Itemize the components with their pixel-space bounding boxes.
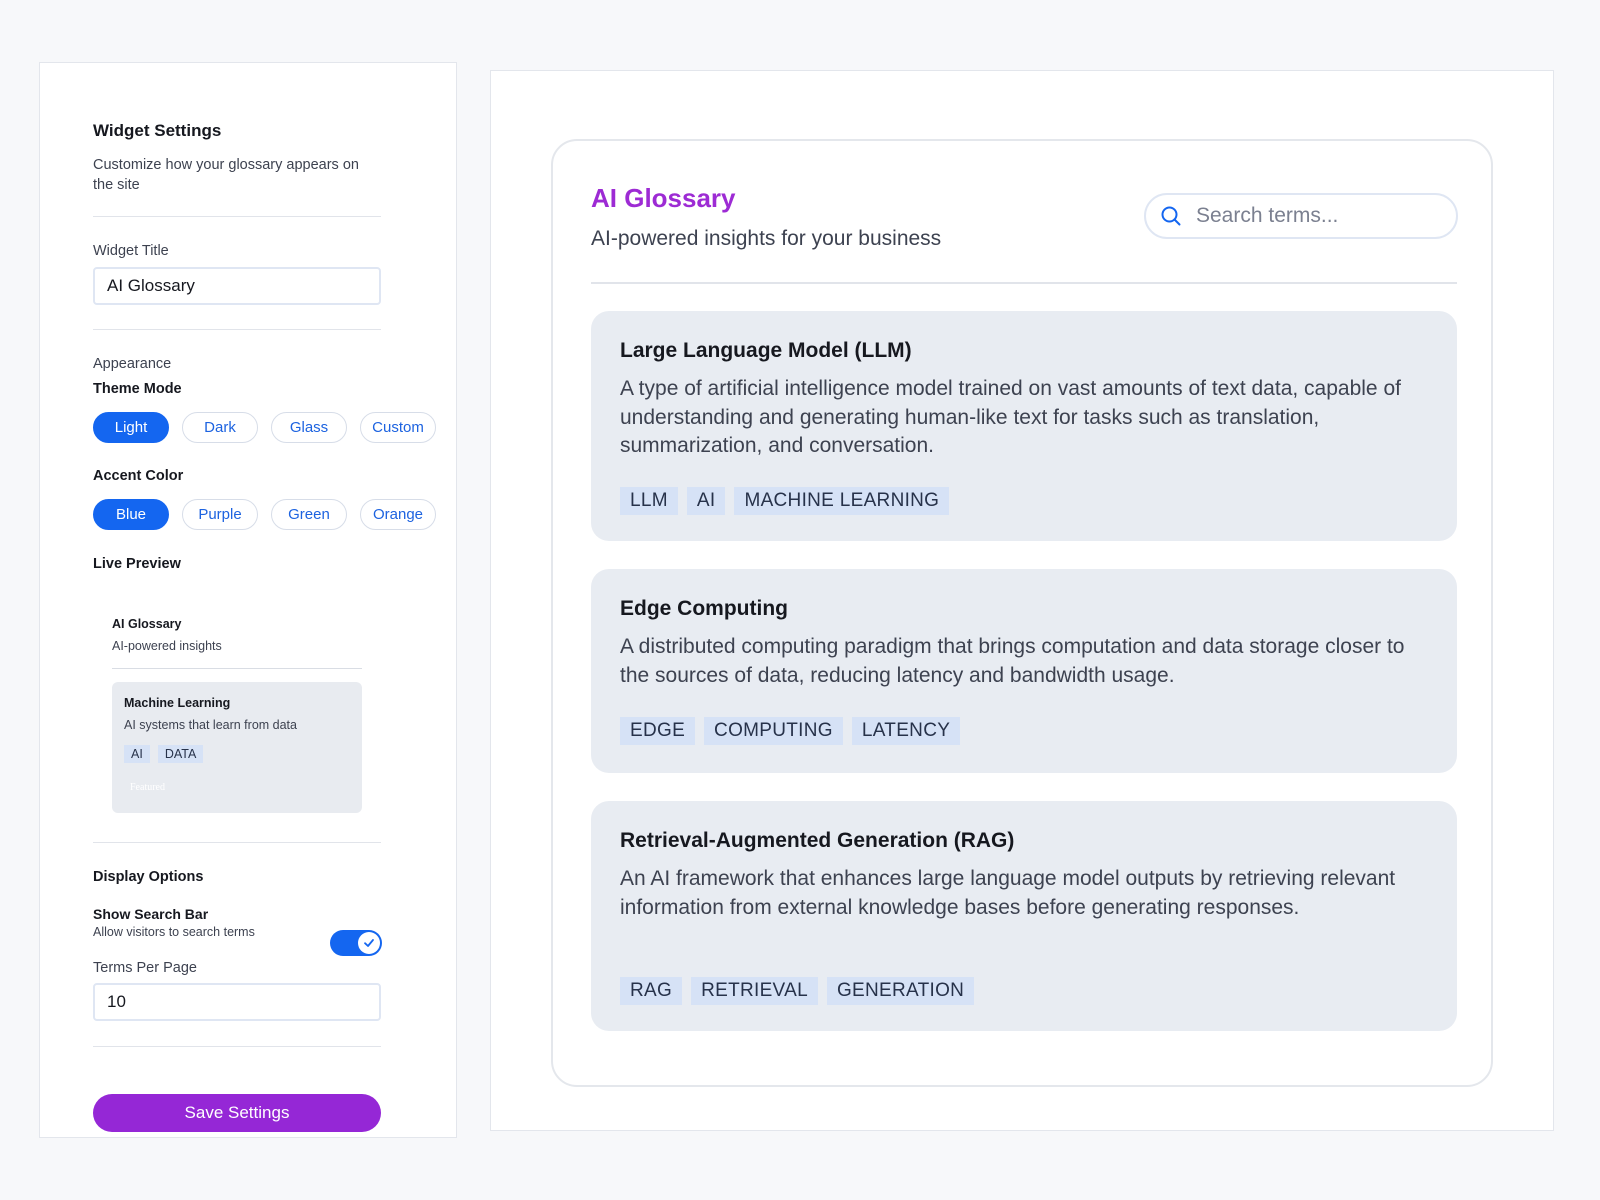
glossary-divider bbox=[591, 282, 1457, 284]
preview-term-title: Machine Learning bbox=[124, 696, 231, 710]
show-search-hint: Allow visitors to search terms bbox=[93, 925, 255, 939]
term-description: An AI framework that enhances large lang… bbox=[620, 867, 1396, 919]
divider bbox=[93, 842, 381, 843]
preview-tag: DATA bbox=[157, 745, 204, 763]
term-description: A type of artificial intelligence model … bbox=[620, 377, 1401, 457]
preview-term-description: AI systems that learn from data bbox=[124, 718, 297, 732]
preview-term-card: Machine Learning AI systems that learn f… bbox=[112, 682, 362, 813]
display-options-label: Display Options bbox=[93, 869, 204, 885]
settings-panel: Widget Settings Customize how your gloss… bbox=[39, 62, 457, 1138]
preview-frame: AI Glossary AI-powered insights for your… bbox=[490, 70, 1554, 1131]
term-title: Large Language Model (LLM) bbox=[620, 339, 912, 362]
tag[interactable]: AI bbox=[686, 487, 726, 515]
settings-description: Customize how your glossary appears on t… bbox=[93, 157, 359, 193]
widget-title-input[interactable] bbox=[93, 267, 381, 305]
glossary-subtitle: AI-powered insights for your business bbox=[591, 227, 942, 250]
settings-title: Widget Settings bbox=[93, 121, 222, 140]
term-card-llm[interactable]: Large Language Model (LLM) A type of art… bbox=[591, 311, 1457, 541]
accent-green-button[interactable]: Green bbox=[271, 499, 347, 530]
term-tags: LLM AI MACHINE LEARNING bbox=[620, 487, 950, 515]
tag[interactable]: EDGE bbox=[620, 717, 696, 745]
tag[interactable]: RETRIEVAL bbox=[691, 977, 818, 1005]
accent-orange-button[interactable]: Orange bbox=[360, 499, 436, 530]
search-icon bbox=[1160, 205, 1182, 227]
accent-purple-button[interactable]: Purple bbox=[182, 499, 258, 530]
accent-blue-button[interactable]: Blue bbox=[93, 499, 169, 530]
term-description: A distributed computing paradigm that br… bbox=[620, 635, 1405, 687]
theme-mode-label: Theme Mode bbox=[93, 381, 182, 397]
preview-widget-subtitle: AI-powered insights bbox=[112, 639, 222, 653]
tag[interactable]: MACHINE LEARNING bbox=[734, 487, 950, 515]
preview-featured-label: Featured bbox=[130, 782, 165, 793]
live-preview-label: Live Preview bbox=[93, 556, 181, 572]
appearance-label: Appearance bbox=[93, 356, 172, 372]
terms-per-page-label: Terms Per Page bbox=[93, 960, 197, 976]
glossary-title: AI Glossary bbox=[591, 183, 736, 213]
tag[interactable]: LATENCY bbox=[851, 717, 961, 745]
divider bbox=[93, 329, 381, 330]
show-search-toggle[interactable] bbox=[330, 930, 382, 956]
preview-widget-title: AI Glossary bbox=[112, 617, 182, 631]
terms-per-page-input[interactable] bbox=[93, 983, 381, 1021]
theme-mode-light-button[interactable]: Light bbox=[93, 412, 169, 443]
toggle-knob bbox=[358, 932, 380, 954]
theme-mode-glass-button[interactable]: Glass bbox=[271, 412, 347, 443]
term-title: Retrieval-Augmented Generation (RAG) bbox=[620, 829, 1015, 852]
check-icon bbox=[364, 939, 374, 947]
divider bbox=[93, 1046, 381, 1047]
tag[interactable]: COMPUTING bbox=[704, 717, 843, 745]
widget-title-label: Widget Title bbox=[93, 243, 169, 259]
search-input[interactable] bbox=[1194, 203, 1438, 229]
accent-color-options: Blue Purple Green Orange bbox=[93, 499, 436, 530]
show-search-label: Show Search Bar bbox=[93, 906, 209, 922]
preview-tag: AI bbox=[124, 745, 150, 763]
preview-divider bbox=[112, 668, 362, 669]
tag[interactable]: GENERATION bbox=[826, 977, 975, 1005]
theme-mode-options: Light Dark Glass Custom bbox=[93, 412, 436, 443]
term-card-rag[interactable]: Retrieval-Augmented Generation (RAG) An … bbox=[591, 801, 1457, 1031]
theme-mode-dark-button[interactable]: Dark bbox=[182, 412, 258, 443]
divider bbox=[93, 216, 381, 217]
save-settings-button[interactable]: Save Settings bbox=[93, 1094, 381, 1132]
accent-color-label: Accent Color bbox=[93, 468, 184, 484]
glossary-widget: AI Glossary AI-powered insights for your… bbox=[551, 139, 1493, 1087]
tag[interactable]: LLM bbox=[620, 487, 678, 515]
term-tags: EDGE COMPUTING LATENCY bbox=[620, 717, 961, 745]
term-title: Edge Computing bbox=[620, 597, 788, 620]
theme-mode-custom-button[interactable]: Custom bbox=[360, 412, 436, 443]
search-bar bbox=[1144, 193, 1458, 239]
tag[interactable]: RAG bbox=[620, 977, 683, 1005]
term-card-edge-computing[interactable]: Edge Computing A distributed computing p… bbox=[591, 569, 1457, 773]
preview-term-tags: AI DATA bbox=[124, 745, 204, 763]
term-tags: RAG RETRIEVAL GENERATION bbox=[620, 977, 975, 1005]
